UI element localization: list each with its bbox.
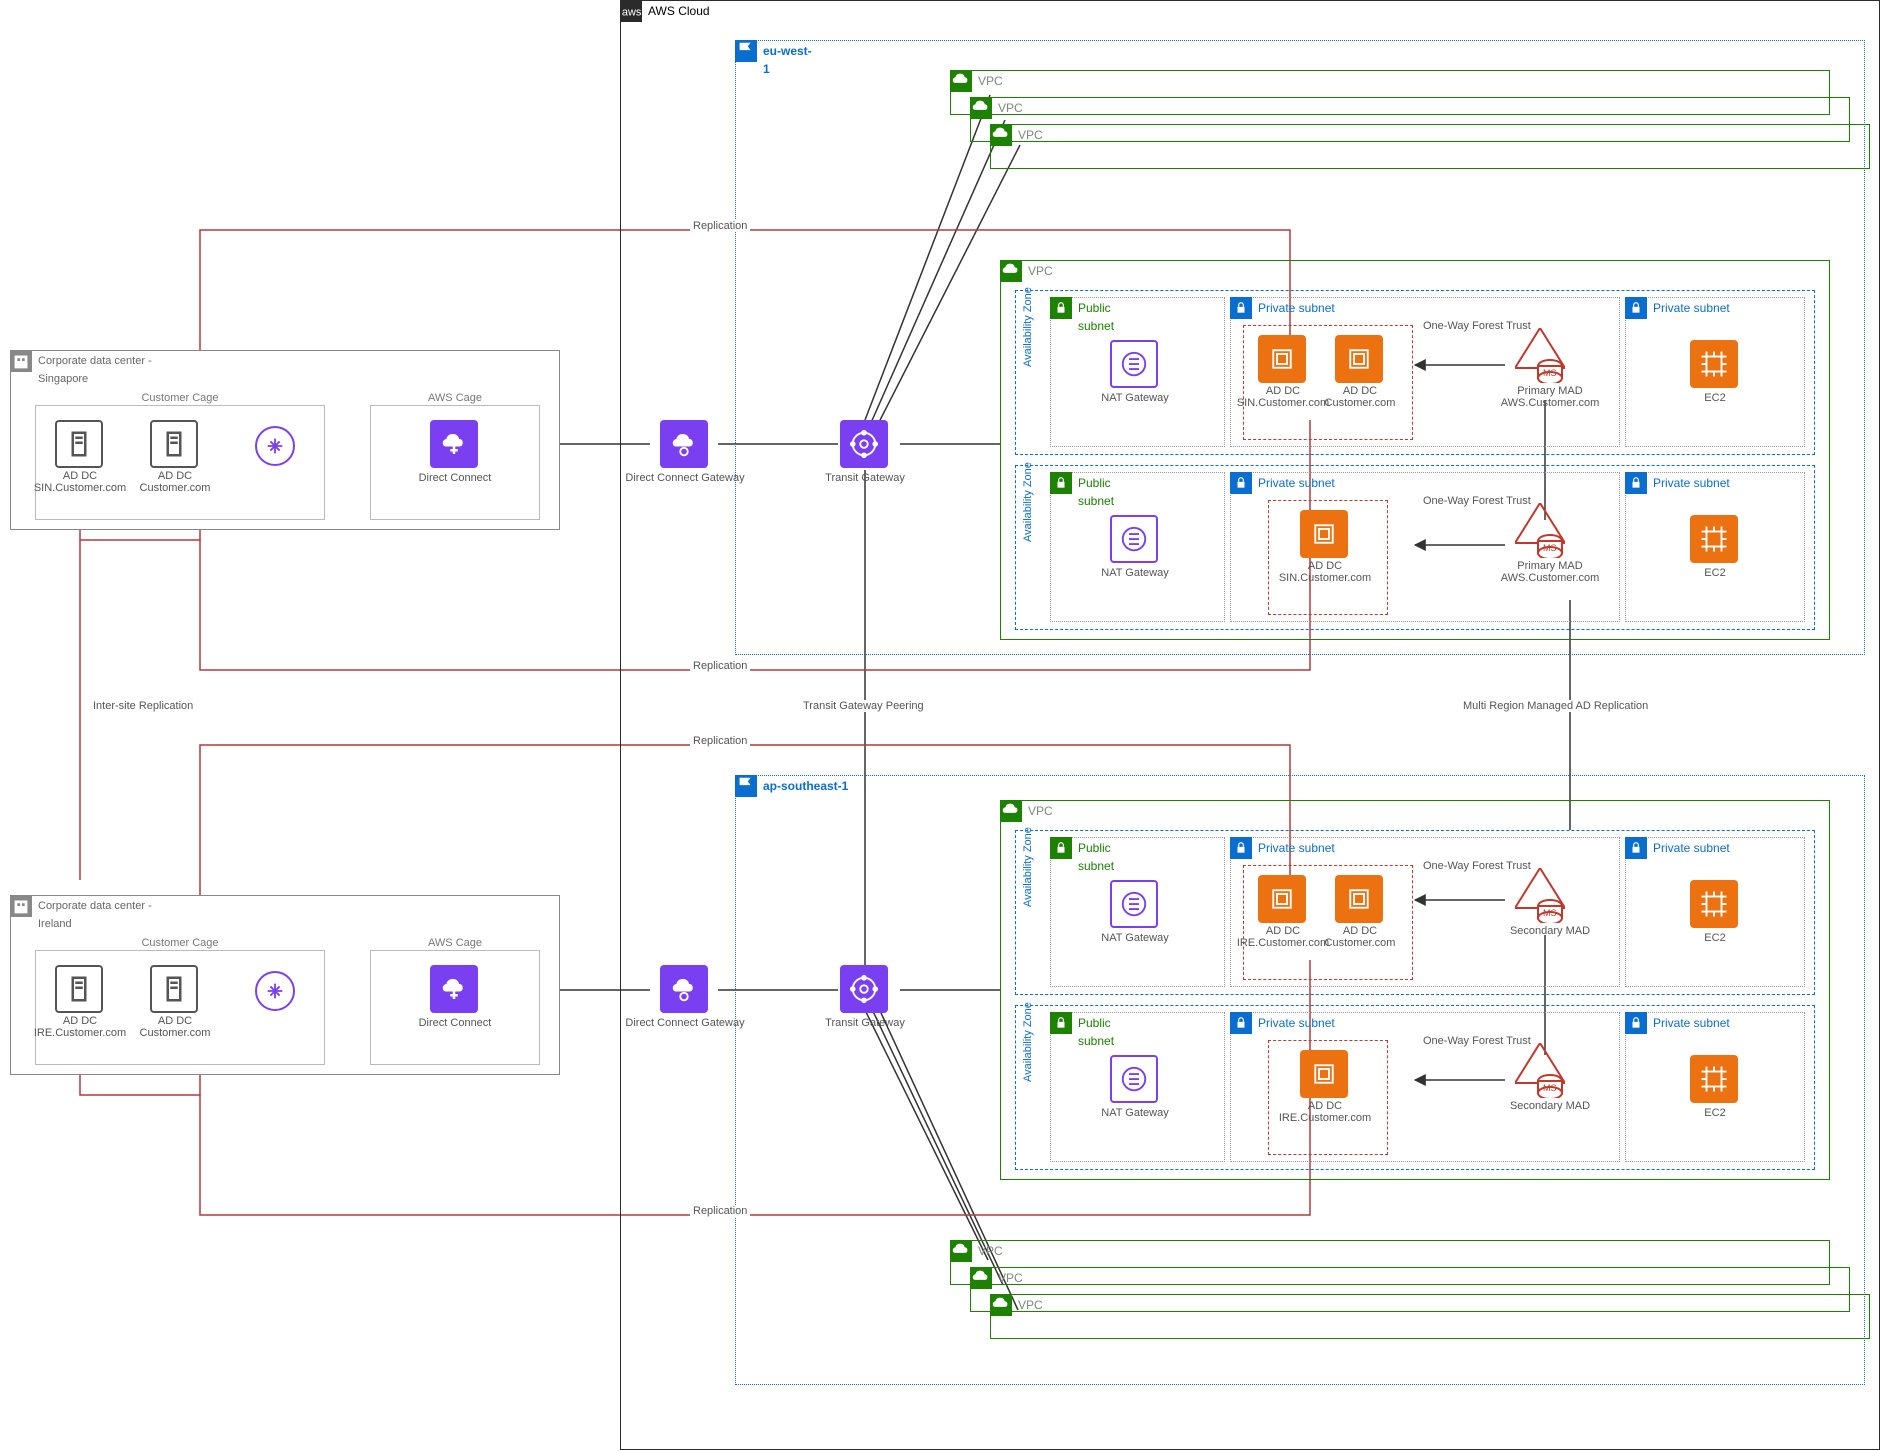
server-icon — [150, 965, 198, 1013]
mad-primary-eu-az1: Primary MADAWS.Customer.com — [1470, 385, 1630, 409]
svg-text:MS: MS — [1543, 368, 1557, 378]
svg-text:MS: MS — [1543, 1083, 1557, 1093]
addc-cust-ap-az1: AD DCCustomer.com — [1290, 925, 1430, 949]
trust-label: One-Way Forest Trust — [1420, 1035, 1534, 1047]
ec2-label: EC2 — [1645, 392, 1785, 404]
aws-cloud-label: AWS Cloud — [620, 0, 718, 22]
replication-label: Replication — [690, 735, 750, 747]
nat-label: NAT Gateway — [1065, 567, 1205, 579]
replication-label: Replication — [690, 220, 750, 232]
addc-cust-onprem-ire: AD DCCustomer.com — [105, 1015, 245, 1039]
multi-region-mad-label: Multi Region Managed AD Replication — [1460, 700, 1651, 712]
replication-label: Replication — [690, 660, 750, 672]
ec2-icon — [1690, 340, 1738, 388]
managed-ad-icon: MS — [1515, 1043, 1565, 1098]
ad-dc-instance-icon — [1335, 335, 1383, 383]
managed-ad-icon: MS — [1515, 503, 1565, 558]
nat-gateway-icon — [1110, 340, 1158, 388]
intersite-label: Inter-site Replication — [90, 700, 196, 712]
svg-text:MS: MS — [1543, 543, 1557, 553]
dx-gateway-icon — [660, 965, 708, 1013]
ad-dc-instance-icon — [1258, 875, 1306, 923]
ad-dc-instance-icon — [1300, 510, 1348, 558]
addc-cust-onprem-sin: AD DCCustomer.com — [105, 470, 245, 494]
region-label: eu-west-1 — [735, 40, 821, 80]
nat-label: NAT Gateway — [1065, 392, 1205, 404]
vpc-stack-3: VPC — [990, 124, 1870, 169]
direct-connect-icon — [430, 965, 478, 1013]
trust-label: One-Way Forest Trust — [1420, 495, 1534, 507]
transit-gateway-icon — [840, 965, 888, 1013]
trust-label: One-Way Forest Trust — [1420, 320, 1534, 332]
trust-label: One-Way Forest Trust — [1420, 860, 1534, 872]
ad-dc-instance-icon — [1335, 875, 1383, 923]
ec2-label: EC2 — [1645, 567, 1785, 579]
addc-cust-eu-az1: AD DCCustomer.com — [1290, 385, 1430, 409]
dx-gateway-label: Direct Connect Gateway — [615, 1017, 755, 1029]
vpc-stack-ap-3: VPC — [990, 1294, 1870, 1339]
ec2-icon — [1690, 515, 1738, 563]
nat-gateway-icon — [1110, 1055, 1158, 1103]
transit-gateway-icon — [840, 420, 888, 468]
nat-label: NAT Gateway — [1065, 1107, 1205, 1119]
ad-dc-instance-icon — [1258, 335, 1306, 383]
addc-ire-ap-az2: AD DCIRE.Customer.com — [1255, 1100, 1395, 1124]
dx-gateway-label: Direct Connect Gateway — [615, 472, 755, 484]
ec2-label: EC2 — [1645, 1107, 1785, 1119]
server-icon — [55, 420, 103, 468]
transit-gateway-label: Transit Gateway — [795, 1017, 935, 1029]
mad-secondary-ap-az2: Secondary MAD — [1470, 1100, 1630, 1112]
ec2-icon — [1690, 880, 1738, 928]
region-label: ap-southeast-1 — [735, 775, 856, 797]
direct-connect-icon — [430, 420, 478, 468]
ec2-icon — [1690, 1055, 1738, 1103]
mad-secondary-ap-az1: Secondary MAD — [1470, 925, 1630, 937]
router-icon — [255, 971, 295, 1011]
router-icon — [255, 426, 295, 466]
svg-text:MS: MS — [1543, 908, 1557, 918]
mad-primary-eu-az2: Primary MADAWS.Customer.com — [1470, 560, 1630, 584]
ec2-label: EC2 — [1645, 932, 1785, 944]
replication-label: Replication — [690, 1205, 750, 1217]
server-icon — [150, 420, 198, 468]
nat-gateway-icon — [1110, 880, 1158, 928]
addc-sin-eu-az2: AD DCSIN.Customer.com — [1255, 560, 1395, 584]
direct-connect-label: Direct Connect — [385, 472, 525, 484]
nat-label: NAT Gateway — [1065, 932, 1205, 944]
server-icon — [55, 965, 103, 1013]
ad-dc-instance-icon — [1300, 1050, 1348, 1098]
direct-connect-label: Direct Connect — [385, 1017, 525, 1029]
managed-ad-icon: MS — [1515, 868, 1565, 923]
nat-gateway-icon — [1110, 515, 1158, 563]
dx-gateway-icon — [660, 420, 708, 468]
tgw-peering-label: Transit Gateway Peering — [800, 700, 927, 712]
transit-gateway-label: Transit Gateway — [795, 472, 935, 484]
managed-ad-icon: MS — [1515, 328, 1565, 383]
